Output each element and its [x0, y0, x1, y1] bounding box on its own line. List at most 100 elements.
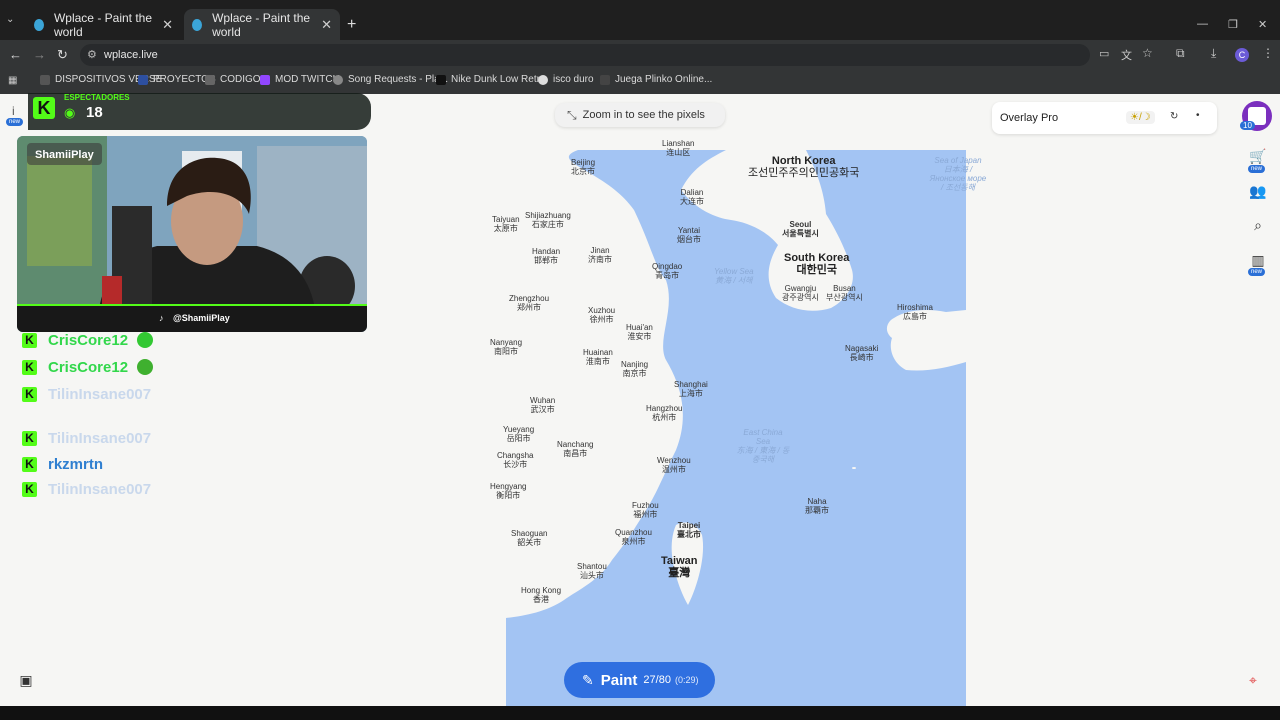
leaderboard-new-badge: new: [1248, 268, 1266, 276]
label-north-korea: North Korea 조선민주주의인민공화국: [748, 155, 860, 179]
info-panel-icon[interactable]: ▣: [15, 669, 37, 691]
tab-title: Wplace - Paint the world: [53, 10, 153, 39]
chat-username: CrisCore12: [48, 331, 129, 349]
label-handan: Handan 邯郸市: [532, 247, 561, 265]
collapse-icon[interactable]: •: [1196, 110, 1200, 121]
label-shantou: Shantou 汕头市: [577, 562, 607, 580]
chat-message: K CrisCore12: [22, 330, 154, 350]
label-east-china-sea: East China Sea 东海 / 東海 / 동중국해: [736, 428, 790, 464]
kick-logo: K: [33, 97, 55, 119]
bookmark-nike[interactable]: Nike Dunk Low Retr...: [436, 74, 548, 85]
emote-icon: [137, 332, 154, 348]
back-icon[interactable]: ←: [9, 47, 22, 62]
label-nanchang: Nanchang 南昌市: [557, 440, 594, 458]
bookmark-star-icon[interactable]: ☆: [1142, 46, 1153, 60]
kick-badge-icon: K: [22, 359, 37, 375]
label-south-korea: South Korea 대한민국: [784, 252, 850, 276]
paint-count: 27/80: [643, 674, 671, 686]
close-tab-icon[interactable]: ✕: [321, 17, 332, 33]
viewers-panel: K ESPECTADORES ◉ 18: [28, 93, 371, 130]
bookmark-isco-duro[interactable]: isco duro: [538, 74, 594, 85]
chat-message: K TilinInsane007: [22, 479, 151, 499]
close-window-button[interactable]: ✕: [1258, 18, 1267, 31]
store-icon[interactable]: 🛒: [1247, 145, 1269, 167]
label-hangzhou: Hangzhou 杭州市: [646, 404, 683, 422]
tab-2-active[interactable]: Wplace - Paint the world ✕: [184, 9, 340, 40]
bookmark-song-requests[interactable]: Song Requests - Pla...: [333, 74, 448, 85]
locate-icon[interactable]: ⌖: [1242, 669, 1264, 691]
paint-timer: (0:29): [674, 675, 699, 685]
url-text: wplace.live: [104, 49, 158, 61]
chat-username: TilinInsane007: [48, 480, 152, 498]
chat-username: CrisCore12: [48, 358, 129, 376]
chat-message: K TilinInsane007: [22, 428, 151, 448]
label-seoul: Seoul 서울특별시: [782, 220, 819, 238]
webcam-image: [17, 136, 367, 332]
address-bar-row: ← → ↻ ⚙ wplace.live ▭ 文 ☆ ⧉ ⤓ C ⋮: [0, 40, 1280, 70]
download-icon[interactable]: ⤓: [1211, 46, 1216, 61]
bookmark-proyectos[interactable]: PROYECTOS: [138, 74, 216, 85]
zoom-icon: ⤡: [567, 107, 577, 122]
menu-kebab-icon[interactable]: ⋮: [1262, 46, 1274, 60]
paint-label: Paint: [600, 671, 638, 689]
tiktok-bar: ♪ @ShamiiPlay: [17, 304, 367, 332]
brush-icon: ✎: [582, 671, 594, 688]
label-hiroshima: Hiroshima 広島市: [897, 303, 934, 321]
zoom-hint-text: Zoom in to see the pixels: [582, 109, 705, 121]
tiktok-handle: @ShamiiPlay: [173, 313, 230, 323]
tab-search-icon[interactable]: ⌄: [6, 14, 20, 28]
bookmark-plinko[interactable]: Juega Plinko Online...: [600, 74, 712, 85]
label-zhengzhou: Zhengzhou 郑州市: [509, 294, 550, 312]
chat-message: K TilinInsane007: [22, 384, 151, 404]
viewers-count: 18: [86, 104, 103, 121]
minimize-button[interactable]: —: [1197, 18, 1208, 30]
label-quanzhou: Quanzhou 泉州市: [615, 528, 652, 546]
label-changsha: Changsha 长沙市: [497, 451, 534, 469]
info-icon[interactable]: i: [12, 104, 15, 118]
store-new-badge: new: [1248, 165, 1266, 173]
site-info-icon[interactable]: ⚙: [87, 48, 97, 61]
refresh-icon[interactable]: ↻: [1170, 111, 1178, 122]
chat-username: TilinInsane007: [48, 385, 152, 403]
emote-icon: [137, 359, 154, 375]
cast-icon[interactable]: ▭: [1099, 47, 1109, 60]
tiktok-icon: ♪: [159, 313, 164, 323]
bookmarks-bar: ▦ DISPOSITIVOS VERSE PROYECTOS CODIGO MO…: [0, 70, 1280, 94]
bookmark-codigo[interactable]: CODIGO: [205, 74, 261, 85]
user-avatar-button[interactable]: 10: [1240, 101, 1272, 131]
streamer-name-tag: ShamiiPlay: [27, 143, 102, 165]
reload-icon[interactable]: ↻: [57, 47, 68, 63]
label-sea-of-japan: Sea of Japan 日本海 / Янонское море / 조선동해: [929, 156, 987, 192]
profile-avatar[interactable]: C: [1235, 48, 1249, 62]
label-taiwan: Taiwan 臺灣: [661, 555, 698, 579]
chat-username: TilinInsane007: [48, 429, 152, 447]
theme-toggle-button[interactable]: ☀/☽: [1126, 111, 1155, 124]
viewers-label: ESPECTADORES: [64, 93, 130, 102]
url-field[interactable]: ⚙ wplace.live: [80, 44, 1090, 66]
translate-icon[interactable]: 文: [1121, 47, 1132, 63]
search-icon[interactable]: ⌕: [1247, 214, 1269, 236]
forward-icon[interactable]: →: [33, 47, 46, 62]
tab-1[interactable]: Wplace - Paint the world ✕: [26, 9, 181, 40]
label-nanjing: Nanjing 南京市: [621, 360, 649, 378]
label-gwangju: Gwangju 광주광역시: [782, 284, 819, 302]
label-shijiazhuang: Shijiazhuang 石家庄市: [525, 211, 571, 229]
kick-badge-icon: K: [22, 386, 37, 402]
label-nagasaki: Nagasaki 長崎市: [845, 344, 879, 362]
extensions-icon[interactable]: ⧉: [1176, 46, 1185, 61]
label-naha: Naha 那覇市: [805, 497, 829, 515]
close-tab-icon[interactable]: ✕: [162, 17, 173, 33]
alliance-icon[interactable]: 👥: [1247, 180, 1269, 202]
label-shanghai: Shanghai 上海市: [674, 380, 708, 398]
chat-message: K CrisCore12: [22, 357, 154, 377]
paint-button[interactable]: ✎ Paint 27/80 (0:29): [564, 662, 715, 698]
info-new-badge: new: [6, 118, 24, 126]
apps-grid-icon[interactable]: ▦: [8, 75, 17, 86]
label-shaoguan: Shaoguan 韶关市: [511, 529, 548, 547]
maximize-button[interactable]: ❐: [1228, 18, 1238, 31]
bookmark-mod-twitch[interactable]: MOD TWITCH: [260, 74, 340, 85]
wplace-favicon-icon: [192, 18, 203, 31]
bottom-strip: [0, 706, 1280, 720]
streamer-name: ShamiiPlay: [35, 149, 94, 161]
new-tab-button[interactable]: +: [347, 17, 356, 33]
